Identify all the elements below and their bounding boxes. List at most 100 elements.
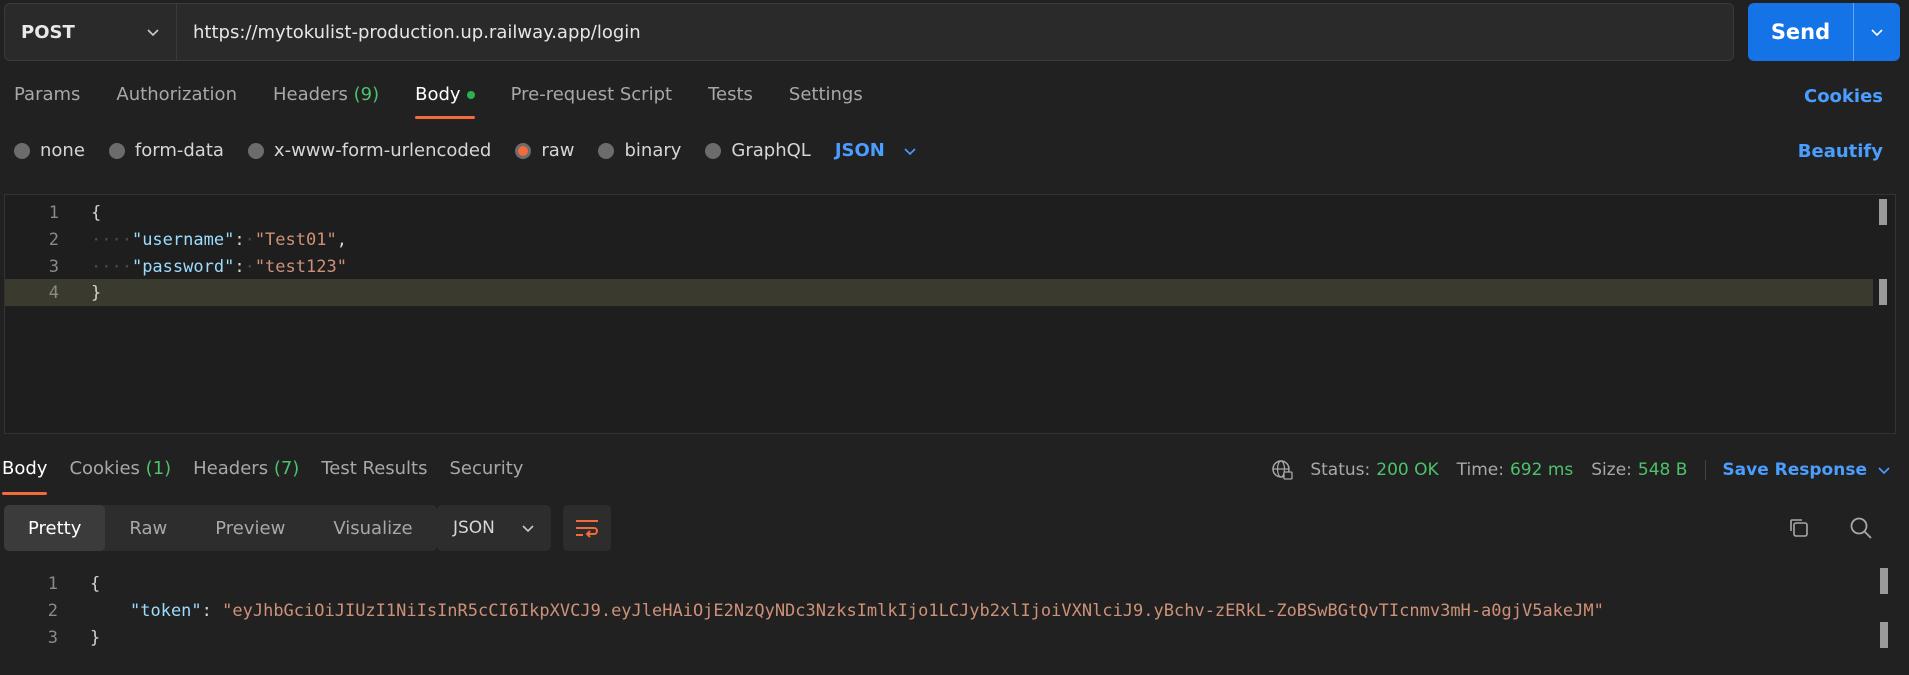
- tab-response-cookies[interactable]: Cookies (1): [69, 458, 171, 493]
- url-input[interactable]: https://mytokulist-production.up.railway…: [177, 22, 641, 43]
- request-body-editor[interactable]: 1 { 2 ····"username":·"Test01", 3 ····"p…: [4, 194, 1896, 434]
- radio-none[interactable]: none: [14, 140, 85, 161]
- line-number: 3: [47, 627, 58, 648]
- view-preview-button[interactable]: Preview: [191, 505, 309, 551]
- scrollbar-thumb[interactable]: [1879, 199, 1887, 225]
- body-format-select[interactable]: JSON: [835, 140, 917, 161]
- line-number: 4: [48, 282, 59, 303]
- size-label: Size:: [1591, 460, 1632, 480]
- tab-label: Authorization: [116, 84, 237, 105]
- status-value: 200 OK: [1376, 460, 1439, 480]
- json-key: "username": [131, 229, 235, 250]
- line-number: 1: [48, 202, 59, 223]
- code-text: "token": "eyJhbGciOiJIUzI1NiIsInR5cCI6Ik…: [130, 600, 1604, 621]
- tab-response-body[interactable]: Body: [2, 458, 48, 495]
- tab-response-headers[interactable]: Headers (7): [193, 458, 299, 493]
- radio-label: form-data: [134, 140, 224, 161]
- body-format-label: JSON: [834, 140, 885, 161]
- tab-settings[interactable]: Settings: [789, 84, 863, 119]
- search-icon: [1850, 517, 1872, 539]
- response-body-viewer[interactable]: 1 { 2 "token": "eyJhbGciOiJIUzI1NiIsInR5…: [4, 566, 1896, 675]
- code-line: 3 ····"password":·"test123": [5, 253, 1895, 280]
- scrollbar-marker: [1879, 279, 1887, 305]
- radio-label: none: [40, 140, 85, 161]
- headers-count: (7): [273, 458, 300, 479]
- radio-label: x-www-form-urlencoded: [273, 140, 492, 161]
- tab-body[interactable]: Body: [415, 84, 476, 119]
- chevron-down-icon: [1871, 29, 1883, 37]
- time-label: Time:: [1456, 460, 1504, 480]
- response-tabs: Body Cookies (1) Headers (7) Test Result…: [2, 458, 524, 495]
- tab-authorization[interactable]: Authorization: [116, 84, 237, 119]
- tab-tests[interactable]: Tests: [708, 84, 753, 119]
- tab-headers[interactable]: Headers (9): [273, 84, 379, 119]
- tab-label: Cookies: [69, 458, 140, 479]
- chevron-down-icon: [522, 525, 534, 533]
- wrap-lines-icon: [576, 520, 598, 538]
- chevron-down-icon: [1878, 467, 1890, 475]
- json-key: "token": [130, 600, 202, 621]
- code-line: 2 "token": "eyJhbGciOiJIUzI1NiIsInR5cCI6…: [4, 597, 1896, 624]
- radio-circle: [598, 142, 615, 159]
- body-type-selector: none form-data x-www-form-urlencoded raw…: [14, 140, 917, 161]
- line-number: 3: [48, 256, 59, 277]
- send-button[interactable]: Send: [1748, 3, 1900, 61]
- tab-label: Headers: [193, 458, 269, 479]
- radio-binary[interactable]: binary: [598, 140, 681, 161]
- beautify-button[interactable]: Beautify: [1798, 141, 1883, 162]
- code-line: 2 ····"username":·"Test01",: [5, 226, 1895, 253]
- body-indicator-dot: [466, 91, 475, 99]
- radio-x-www-form-urlencoded[interactable]: x-www-form-urlencoded: [247, 140, 492, 161]
- code-line-highlighted: 4 }: [5, 279, 1873, 306]
- code-text: {: [91, 202, 102, 223]
- tab-label: Settings: [788, 84, 863, 105]
- tab-label: Body: [2, 458, 48, 479]
- view-raw-button[interactable]: Raw: [105, 505, 191, 551]
- json-key: "password": [131, 256, 235, 277]
- tab-security[interactable]: Security: [450, 458, 524, 493]
- radio-circle-selected: [515, 142, 532, 159]
- radio-graphql[interactable]: GraphQL: [705, 140, 811, 161]
- radio-circle: [108, 142, 125, 159]
- scrollbar-marker: [1880, 622, 1888, 648]
- code-line: 1 {: [5, 199, 1895, 226]
- code-text: ····"username":·"Test01",: [91, 229, 347, 250]
- search-button[interactable]: [1848, 515, 1874, 545]
- line-number: 1: [47, 573, 58, 594]
- view-pretty-button[interactable]: Pretty: [4, 505, 106, 551]
- save-response-label: Save Response: [1722, 460, 1867, 480]
- size-value: 548 B: [1637, 460, 1688, 480]
- code-text: {: [90, 573, 101, 594]
- code-text: }: [90, 627, 101, 648]
- radio-label: binary: [624, 140, 682, 161]
- radio-raw[interactable]: raw: [515, 140, 574, 161]
- line-number: 2: [47, 600, 58, 621]
- save-response-button[interactable]: Save Response: [1705, 460, 1891, 480]
- method-select[interactable]: POST: [5, 4, 177, 60]
- status-label: Status:: [1310, 460, 1371, 480]
- copy-button[interactable]: [1786, 515, 1812, 545]
- radio-form-data[interactable]: form-data: [108, 140, 224, 161]
- time-value: 692 ms: [1509, 460, 1574, 480]
- json-value: "eyJhbGciOiJIUzI1NiIsInR5cCI6IkpXVCJ9.ey…: [222, 600, 1604, 621]
- scrollbar-thumb[interactable]: [1880, 568, 1888, 594]
- response-format-select[interactable]: JSON: [437, 505, 551, 551]
- tab-label: Pre-request Script: [510, 84, 673, 105]
- radio-label: raw: [541, 140, 575, 161]
- view-mode-group: Pretty Raw Preview Visualize: [4, 505, 437, 551]
- request-bar: POST https://mytokulist-production.up.ra…: [4, 3, 1734, 61]
- send-label: Send: [1748, 3, 1854, 61]
- tab-test-results[interactable]: Test Results: [321, 458, 427, 493]
- globe-network-icon[interactable]: [1270, 458, 1294, 482]
- tab-params[interactable]: Params: [14, 84, 80, 119]
- request-tabs: Params Authorization Headers (9) Body Pr…: [14, 84, 863, 119]
- headers-count: (9): [353, 84, 380, 105]
- view-visualize-button[interactable]: Visualize: [309, 505, 436, 551]
- code-text: }: [91, 282, 102, 303]
- send-options-button[interactable]: [1854, 25, 1900, 39]
- tab-pre-request-script[interactable]: Pre-request Script: [511, 84, 672, 119]
- code-text: ····"password":·"test123": [91, 256, 347, 277]
- word-wrap-button[interactable]: [563, 505, 611, 551]
- cookies-link[interactable]: Cookies: [1804, 86, 1883, 107]
- response-meta: Status: 200 OK Time: 692 ms Size: 548 B Sav…: [1270, 458, 1891, 482]
